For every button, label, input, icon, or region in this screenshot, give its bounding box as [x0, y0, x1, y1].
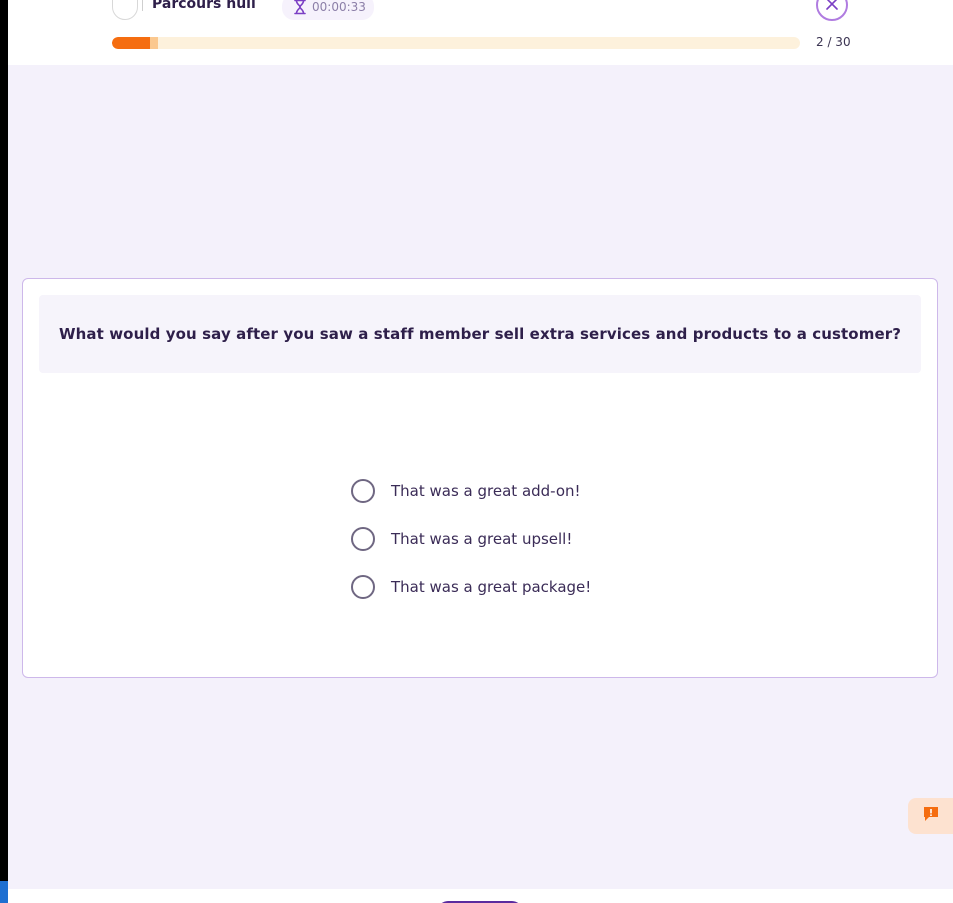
quiz-app: Parcours null 00:00:33 2 / 30 What would…	[8, 0, 953, 903]
progress-counter: 2 / 30	[816, 35, 851, 49]
question-text: What would you say after you saw a staff…	[58, 325, 902, 343]
radio-button[interactable]	[351, 479, 375, 503]
question-box: What would you say after you saw a staff…	[39, 295, 921, 373]
answer-label: That was a great package!	[391, 578, 592, 596]
answer-option-1[interactable]: That was a great add-on!	[351, 467, 751, 515]
close-button[interactable]	[816, 0, 848, 21]
answer-option-3[interactable]: That was a great package!	[351, 563, 751, 611]
answer-option-2[interactable]: That was a great upsell!	[351, 515, 751, 563]
alert-message-icon	[922, 805, 940, 827]
quiz-footer	[8, 889, 953, 903]
progress-bar	[112, 37, 800, 49]
timer-badge: 00:00:33	[282, 0, 374, 20]
window-edge	[0, 0, 8, 903]
progress-tip	[150, 37, 158, 49]
answer-label: That was a great upsell!	[391, 530, 573, 548]
radio-button[interactable]	[351, 575, 375, 599]
report-issue-button[interactable]	[908, 798, 953, 834]
taskbar-edge	[0, 881, 8, 903]
timer-value: 00:00:33	[312, 0, 366, 14]
answer-label: That was a great add-on!	[391, 482, 581, 500]
course-logo-image	[112, 0, 143, 20]
answer-options: That was a great add-on! That was a grea…	[351, 467, 751, 611]
course-title: Parcours null	[152, 0, 256, 12]
progress-fill	[112, 37, 150, 49]
question-card: What would you say after you saw a staff…	[22, 278, 938, 678]
radio-button[interactable]	[351, 527, 375, 551]
hourglass-icon	[292, 0, 308, 15]
quiz-header: Parcours null 00:00:33 2 / 30	[8, 0, 953, 65]
close-icon	[825, 0, 839, 15]
